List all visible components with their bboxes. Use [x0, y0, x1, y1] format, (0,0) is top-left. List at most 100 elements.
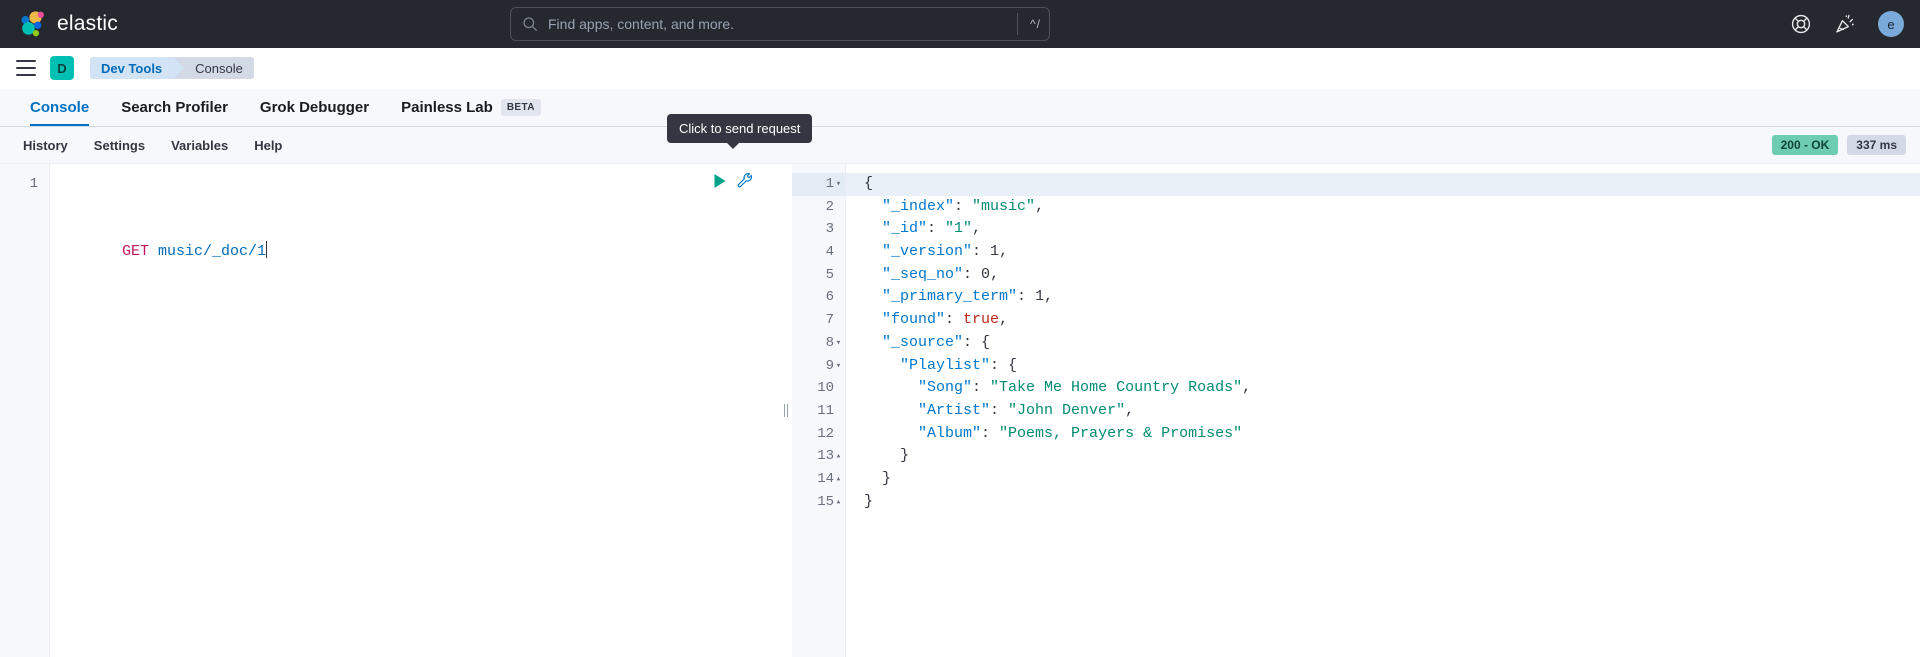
json-token: {: [864, 175, 873, 192]
user-avatar[interactable]: e: [1878, 11, 1904, 37]
tab-console[interactable]: Console: [14, 89, 105, 126]
response-line-number: 15▴: [792, 491, 845, 514]
console-panes: 1 GET music/_doc/1 1▾2345678▾9▾10111213▴…: [0, 164, 1920, 657]
response-line-number: 9▾: [792, 355, 845, 378]
request-path: music/_doc/1: [149, 243, 266, 260]
request-editor-code[interactable]: GET music/_doc/1: [50, 164, 780, 657]
json-token: "Song": [918, 379, 972, 396]
json-token: "_seq_no": [882, 266, 963, 283]
pane-resize-handle[interactable]: [780, 164, 792, 657]
json-token: "1": [945, 220, 972, 237]
fold-toggle-icon[interactable]: ▴: [834, 445, 843, 468]
json-token: "Album": [918, 425, 981, 442]
help-lifebuoy-icon[interactable]: [1790, 13, 1812, 35]
request-action-buttons: [713, 172, 754, 189]
json-token: "Poems, Prayers & Promises": [999, 425, 1242, 442]
json-token: }: [900, 447, 909, 464]
response-line: "_primary_term": 1,: [846, 286, 1920, 309]
hamburger-menu-icon[interactable]: [16, 60, 36, 76]
response-line-number: 2: [792, 196, 845, 219]
search-icon: [522, 16, 538, 32]
header-actions: e: [1790, 0, 1904, 48]
json-token: "_source": [882, 334, 963, 351]
json-token: "_id": [882, 220, 927, 237]
submenu-item-settings[interactable]: Settings: [81, 138, 158, 153]
breadcrumb-bar: D Dev Tools Console: [0, 48, 1920, 89]
json-token: :: [981, 425, 999, 442]
fold-toggle-icon[interactable]: ▴: [834, 491, 843, 514]
json-token: true: [963, 311, 999, 328]
json-token: ,: [1035, 198, 1044, 215]
json-token: }: [882, 470, 891, 487]
fold-toggle-icon[interactable]: ▾: [834, 173, 843, 196]
tab-search-profiler[interactable]: Search Profiler: [105, 89, 244, 126]
tab-painless-lab-label: Painless Lab: [401, 99, 493, 116]
json-token: ,: [999, 311, 1008, 328]
submenu-item-variables[interactable]: Variables: [158, 138, 241, 153]
response-line-number: 12: [792, 423, 845, 446]
submenu-item-help[interactable]: Help: [241, 138, 295, 153]
submenu-item-history[interactable]: History: [10, 138, 81, 153]
fold-toggle-icon[interactable]: ▾: [834, 355, 843, 378]
tab-search-profiler-label: Search Profiler: [121, 99, 228, 116]
json-token: 1: [1035, 288, 1044, 305]
response-line: {: [846, 173, 1920, 196]
tab-grok-debugger[interactable]: Grok Debugger: [244, 89, 385, 126]
response-line: }: [846, 445, 1920, 468]
response-line-number: 4: [792, 241, 845, 264]
json-token: "found": [882, 311, 945, 328]
request-editor-pane[interactable]: 1 GET music/_doc/1: [0, 164, 780, 657]
response-line: "_source": {: [846, 332, 1920, 355]
request-options-icon[interactable]: [737, 172, 754, 189]
response-time-badge: 337 ms: [1847, 135, 1906, 155]
json-token: 0: [981, 266, 990, 283]
breadcrumb-item-dev-tools[interactable]: Dev Tools: [90, 57, 173, 79]
json-token: ,: [1044, 288, 1053, 305]
fold-toggle-icon[interactable]: ▴: [834, 468, 843, 491]
request-line-number: 1: [0, 173, 49, 196]
json-token: :: [972, 379, 990, 396]
breadcrumb-item-console[interactable]: Console: [173, 57, 254, 79]
json-token: "music": [972, 198, 1035, 215]
json-token: "Playlist": [900, 357, 990, 374]
text-caret: [266, 241, 267, 258]
tab-painless-lab[interactable]: Painless Lab BETA: [385, 89, 557, 126]
json-token: "Take Me Home Country Roads": [990, 379, 1242, 396]
request-method: GET: [122, 243, 149, 260]
elastic-logo-icon: [18, 10, 46, 38]
status-badge: 200 - OK: [1772, 135, 1839, 155]
response-line-number: 6: [792, 286, 845, 309]
response-line: "_index": "music",: [846, 196, 1920, 219]
response-pane[interactable]: 1▾2345678▾9▾10111213▴14▴15▴ { "_index": …: [792, 164, 1920, 657]
response-line-number: 14▴: [792, 468, 845, 491]
global-search-bar[interactable]: Find apps, content, and more. ^/: [510, 7, 1050, 41]
space-avatar[interactable]: D: [50, 56, 74, 80]
response-line-number: 7: [792, 309, 845, 332]
brand-logo-area[interactable]: elastic: [0, 10, 118, 38]
resize-grip-icon: [784, 404, 788, 417]
response-line: "Artist": "John Denver",: [846, 400, 1920, 423]
request-gutter: 1: [0, 164, 50, 657]
announcements-icon[interactable]: [1834, 13, 1856, 35]
send-request-tooltip: Click to send request: [667, 114, 812, 143]
fold-toggle-icon[interactable]: ▾: [834, 332, 843, 355]
primary-tabs: Console Search Profiler Grok Debugger Pa…: [0, 89, 1920, 127]
response-code[interactable]: { "_index": "music", "_id": "1", "_versi…: [846, 164, 1920, 657]
play-request-icon[interactable]: [713, 173, 727, 189]
response-line: "_seq_no": 0,: [846, 264, 1920, 287]
brand-name: elastic: [57, 12, 118, 36]
json-token: ,: [990, 266, 999, 283]
json-token: ,: [1242, 379, 1251, 396]
json-token: :: [963, 334, 981, 351]
response-status-area: 200 - OK 337 ms: [1772, 135, 1906, 155]
json-token: {: [981, 334, 990, 351]
response-gutter: 1▾2345678▾9▾10111213▴14▴15▴: [792, 164, 846, 657]
json-token: :: [990, 402, 1008, 419]
json-token: :: [990, 357, 1008, 374]
global-search-placeholder: Find apps, content, and more.: [538, 16, 1017, 32]
response-line-number: 1▾: [792, 173, 845, 196]
json-token: "John Denver": [1008, 402, 1125, 419]
json-token: "_index": [882, 198, 954, 215]
response-line: "_id": "1",: [846, 218, 1920, 241]
response-line-number: 8▾: [792, 332, 845, 355]
